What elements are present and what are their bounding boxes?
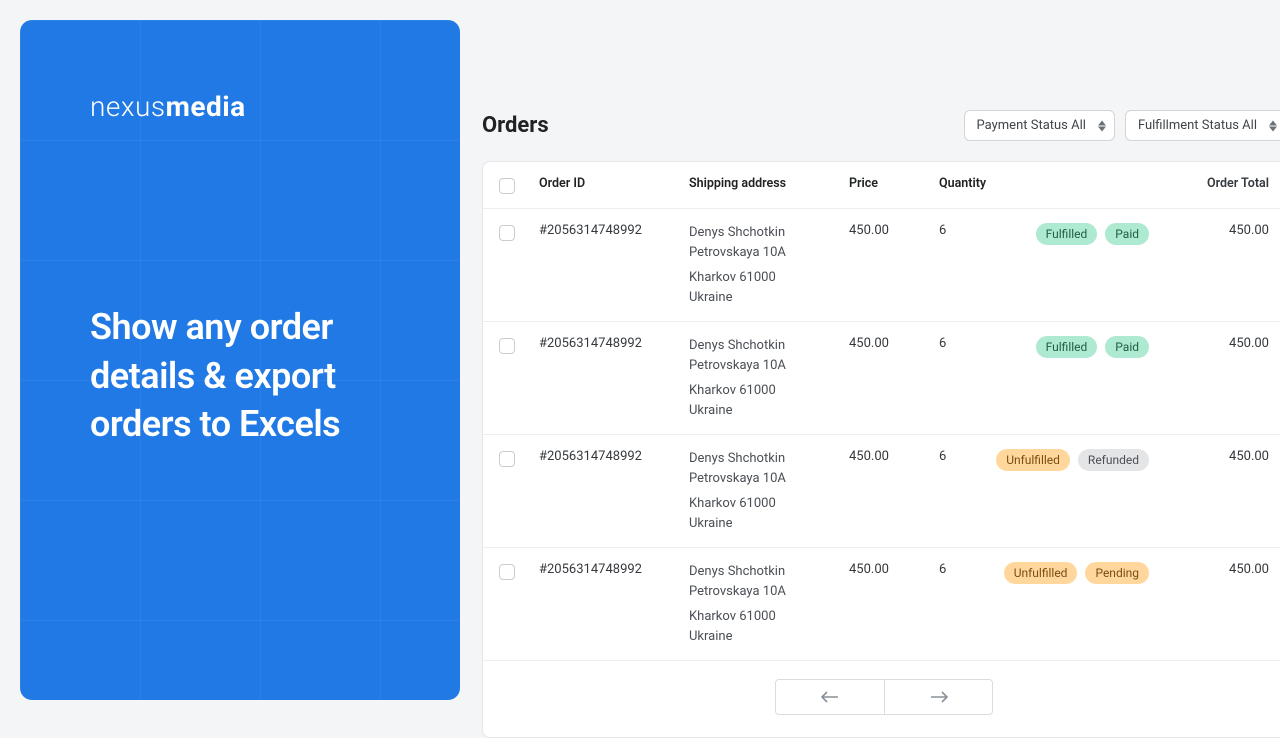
order-total: 450.00: [1149, 336, 1269, 351]
payment-badge: Paid: [1105, 223, 1149, 245]
fulfillment-badge: Fulfilled: [1036, 336, 1098, 358]
shipping-address: Denys ShchotkinPetrovskaya 10AKharkov 61…: [689, 223, 849, 307]
row-checkbox[interactable]: [499, 564, 515, 580]
order-total: 450.00: [1149, 449, 1269, 464]
shipping-address: Denys ShchotkinPetrovskaya 10AKharkov 61…: [689, 562, 849, 646]
promo-headline: Show any order details & export orders t…: [20, 123, 460, 449]
pagination: [483, 660, 1280, 737]
col-header-orderid: Order ID: [539, 176, 689, 191]
brand-text-right: media: [166, 90, 246, 123]
status-badges: UnfulfilledPending: [1019, 562, 1149, 584]
brand-text-left: nexus: [90, 90, 166, 123]
order-total: 450.00: [1149, 562, 1269, 577]
status-badges: UnfulfilledRefunded: [1019, 449, 1149, 471]
row-checkbox[interactable]: [499, 225, 515, 241]
order-total: 450.00: [1149, 223, 1269, 238]
arrow-left-icon: [821, 691, 839, 703]
promo-sidebar: nexusmedia Show any order details & expo…: [20, 20, 460, 700]
payment-badge: Pending: [1085, 562, 1149, 584]
table-row: #2056314748992Denys ShchotkinPetrovskaya…: [483, 435, 1280, 548]
row-checkbox[interactable]: [499, 338, 515, 354]
order-qty: 6: [939, 336, 1019, 351]
main-content: Orders Payment Status All Fulfillment St…: [460, 0, 1280, 720]
status-badges: Fulfilled Paid: [1019, 336, 1149, 358]
order-price: 450.00: [849, 562, 939, 577]
order-price: 450.00: [849, 449, 939, 464]
arrow-right-icon: [930, 691, 948, 703]
shipping-address: Denys ShchotkinPetrovskaya 10AKharkov 61…: [689, 336, 849, 420]
fulfillment-badge: Fulfilled: [1036, 223, 1098, 245]
payment-status-filter[interactable]: Payment Status All: [964, 110, 1115, 141]
fulfillment-badge: Unfulfilled: [996, 449, 1070, 471]
order-id: #2056314748992: [539, 449, 689, 464]
table-row: #2056314748992Denys ShchotkinPetrovskaya…: [483, 209, 1280, 322]
payment-status-label: Payment Status All: [977, 118, 1086, 133]
status-badges: Fulfilled Paid: [1019, 223, 1149, 245]
select-all-checkbox[interactable]: [499, 178, 515, 194]
next-page-button[interactable]: [884, 680, 992, 714]
fulfillment-status-label: Fulfillment Status All: [1138, 118, 1257, 133]
order-id: #2056314748992: [539, 223, 689, 238]
fulfillment-badge: Unfulfilled: [1004, 562, 1078, 584]
order-qty: 6: [939, 223, 1019, 238]
topbar: Orders Payment Status All Fulfillment St…: [482, 110, 1280, 141]
fulfillment-status-filter[interactable]: Fulfillment Status All: [1125, 110, 1280, 141]
table-row: #2056314748992Denys ShchotkinPetrovskaya…: [483, 548, 1280, 660]
page-title: Orders: [482, 113, 549, 138]
order-id: #2056314748992: [539, 562, 689, 577]
row-checkbox[interactable]: [499, 451, 515, 467]
orders-table: Order ID Shipping address Price Quantity…: [482, 161, 1280, 738]
col-header-price: Price: [849, 176, 939, 191]
prev-page-button[interactable]: [776, 680, 884, 714]
order-price: 450.00: [849, 336, 939, 351]
brand-logo: nexusmedia: [20, 20, 460, 123]
sort-caret-icon: [1098, 120, 1106, 131]
col-header-total: Order Total: [1149, 176, 1269, 191]
payment-badge: Paid: [1105, 336, 1149, 358]
table-header: Order ID Shipping address Price Quantity…: [483, 162, 1280, 209]
order-id: #2056314748992: [539, 336, 689, 351]
col-header-shipping: Shipping address: [689, 176, 849, 191]
table-row: #2056314748992Denys ShchotkinPetrovskaya…: [483, 322, 1280, 435]
order-price: 450.00: [849, 223, 939, 238]
sort-caret-icon: [1269, 120, 1277, 131]
shipping-address: Denys ShchotkinPetrovskaya 10AKharkov 61…: [689, 449, 849, 533]
filter-group: Payment Status All Fulfillment Status Al…: [964, 110, 1280, 141]
payment-badge: Refunded: [1078, 449, 1149, 471]
col-header-qty: Quantity: [939, 176, 1019, 191]
